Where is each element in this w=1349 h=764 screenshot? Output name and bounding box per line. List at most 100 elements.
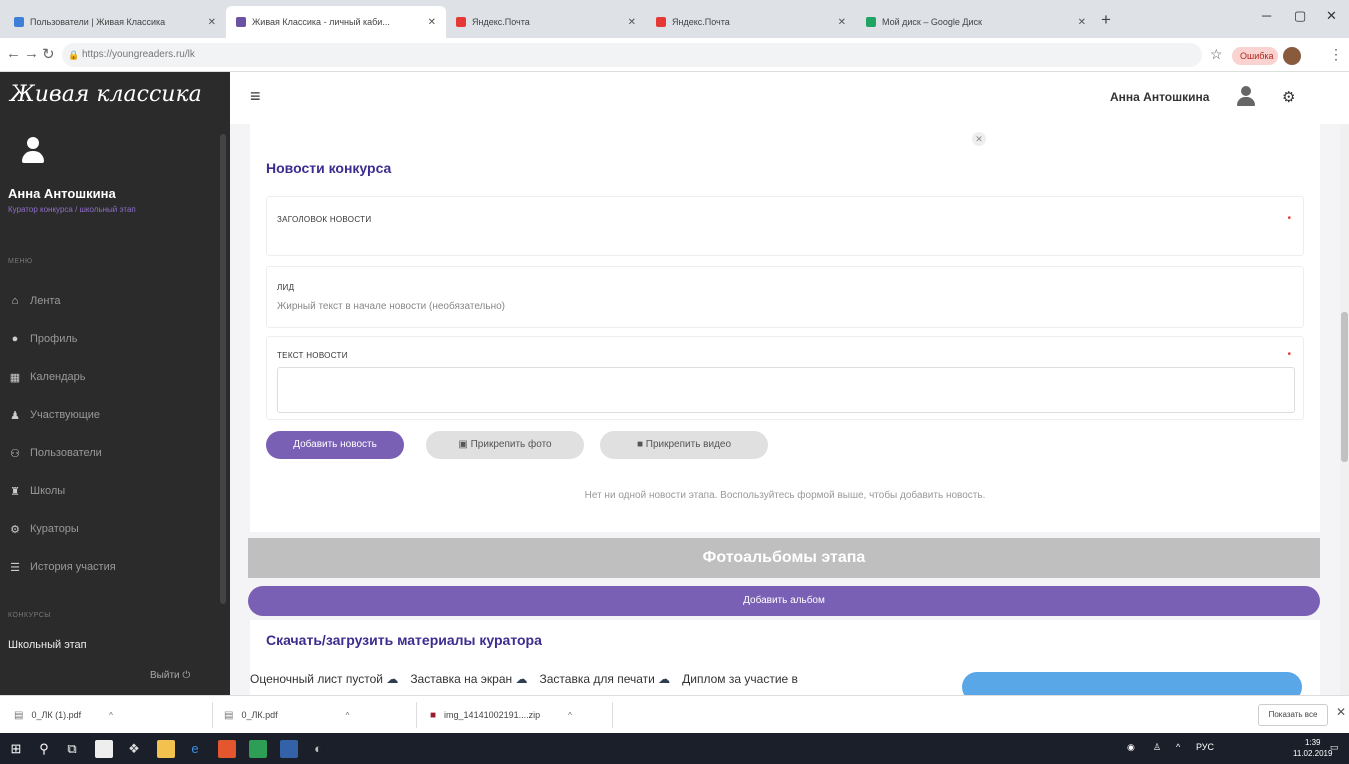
minimize-icon[interactable]: ─ <box>1262 8 1271 23</box>
app-icon[interactable] <box>95 740 113 758</box>
main-content: ✕ Новости конкурса ЗАГОЛОВОК НОВОСТИ • Л… <box>230 124 1340 695</box>
sidebar: Живая классика Анна Антошкина Куратор ко… <box>0 72 230 695</box>
new-tab-button[interactable]: + <box>1101 10 1111 30</box>
app-icon[interactable] <box>280 740 298 758</box>
forward-icon[interactable]: → <box>24 45 39 62</box>
chrome-tray-icon[interactable]: ◉ <box>1127 742 1135 753</box>
clock-date: 11.02.2019 <box>1293 749 1333 758</box>
sidebar-item-calendar[interactable]: ▦ Календарь <box>8 366 218 388</box>
upload-materials-button[interactable] <box>962 672 1302 695</box>
sidebar-item-profile[interactable]: ● Профиль <box>8 328 218 350</box>
app-icon[interactable] <box>218 740 236 758</box>
tab-favicon-icon <box>14 17 24 27</box>
sidebar-user-role: Куратор конкурса / школьный этап <box>8 205 136 214</box>
download-item[interactable]: ▤ 0_ЛК (1).pdf ^ <box>14 706 113 724</box>
logout-button[interactable]: Выйти ⏻ <box>150 670 190 681</box>
sidebar-item-participants[interactable]: ♟ Участвующие <box>8 404 218 426</box>
power-icon: ⏻ <box>182 670 191 681</box>
reload-icon[interactable]: ↻ <box>42 45 55 63</box>
sidebar-item-school-stage[interactable]: Школьный этап <box>8 639 87 651</box>
close-icon[interactable]: ✕ <box>972 132 986 146</box>
sidebar-item-history[interactable]: ☰ История участия <box>8 556 218 578</box>
lock-icon: 🔒 <box>68 50 80 60</box>
camera-icon: ▣ <box>458 439 468 450</box>
browser-tab[interactable]: Пользователи | Живая Классика ✕ <box>4 6 226 38</box>
page-scrollbar[interactable] <box>1340 124 1349 695</box>
news-body-textarea[interactable] <box>277 367 1295 413</box>
browser-menu-icon[interactable]: ⋮ <box>1329 46 1343 63</box>
download-item[interactable]: ▤ 0_ЛК.pdf ^ <box>224 706 349 724</box>
tab-close-icon[interactable]: ✕ <box>428 17 436 28</box>
show-all-downloads-button[interactable]: Показать все <box>1258 704 1328 726</box>
tab-close-icon[interactable]: ✕ <box>628 17 636 28</box>
browser-tab[interactable]: Мой диск – Google Диск ✕ <box>856 6 1096 38</box>
materials-links: Оценочный лист пустой ☁ Заставка на экра… <box>250 672 798 686</box>
attach-photo-button[interactable]: ▣ Прикрепить фото <box>426 431 584 459</box>
people-icon[interactable]: ♙ <box>1153 742 1161 753</box>
sidebar-scrollbar[interactable] <box>220 134 226 604</box>
close-downloads-icon[interactable]: ✕ <box>1336 705 1346 719</box>
sidebar-item-label: История участия <box>30 561 116 573</box>
profile-avatar[interactable] <box>1283 47 1301 65</box>
tab-close-icon[interactable]: ✕ <box>838 17 846 28</box>
windows-start-icon[interactable]: ⊞ <box>6 739 26 759</box>
search-icon[interactable]: ⚲ <box>34 739 54 759</box>
lead-field[interactable]: ЛИД Жирный текст в начале новости (необя… <box>266 266 1304 328</box>
tab-title: Живая Классика - личный каби... <box>252 17 390 27</box>
headline-field[interactable]: ЗАГОЛОВОК НОВОСТИ • <box>266 196 1304 256</box>
user-profile-icon[interactable] <box>1237 86 1255 106</box>
sidebar-item-label: Школы <box>30 485 66 497</box>
hamburger-menu-icon[interactable]: ≡ <box>250 86 261 107</box>
divider <box>612 702 613 728</box>
bookmark-star-icon[interactable]: ☆ <box>1210 46 1223 63</box>
profile-error-badge[interactable]: Ошибка <box>1232 47 1278 65</box>
sidebar-item-curators[interactable]: ⚙ Кураторы <box>8 518 218 540</box>
sidebar-item-users[interactable]: ⚇ Пользователи <box>8 442 218 464</box>
edge-icon[interactable]: e <box>185 739 205 759</box>
dropbox-icon[interactable]: ❖ <box>124 739 144 759</box>
chevron-up-icon[interactable]: ^ <box>109 711 113 720</box>
sidebar-item-schools[interactable]: ♜ Школы <box>8 480 218 502</box>
sidebar-item-label: Календарь <box>30 371 86 383</box>
download-link[interactable]: Диплом за участие в <box>682 672 798 686</box>
user-avatar-icon <box>20 137 46 165</box>
attach-video-label: Прикрепить видео <box>645 439 732 450</box>
scrollbar-thumb[interactable] <box>1341 312 1348 462</box>
download-link[interactable]: Оценочный лист пустой ☁ <box>250 672 398 686</box>
back-icon[interactable]: ← <box>6 45 21 62</box>
browser-tab[interactable]: Яндекс.Почта ✕ <box>646 6 856 38</box>
sidebar-item-feed[interactable]: ⌂ Лента <box>8 290 218 312</box>
browser-tab-active[interactable]: Живая Классика - личный каби... ✕ <box>226 6 446 38</box>
tab-close-icon[interactable]: ✕ <box>1078 17 1086 28</box>
browser-tab[interactable]: Яндекс.Почта ✕ <box>446 6 646 38</box>
settings-gear-icon[interactable]: ⚙ <box>1282 88 1295 106</box>
body-label: ТЕКСТ НОВОСТИ <box>277 351 348 360</box>
contests-heading: КОНКУРСЫ <box>8 612 51 619</box>
system-clock[interactable]: 1:39 11.02.2019 <box>1293 737 1332 759</box>
chevron-up-icon[interactable]: ^ <box>568 711 572 720</box>
header-user-name[interactable]: Анна Антошкина <box>1110 90 1209 104</box>
site-logo[interactable]: Живая классика <box>10 82 202 107</box>
school-icon: ♜ <box>10 485 20 498</box>
keyboard-language[interactable]: РУС <box>1196 742 1214 752</box>
notifications-icon[interactable]: ▭ <box>1330 742 1339 753</box>
tab-title: Яндекс.Почта <box>472 17 530 27</box>
download-link[interactable]: Заставка для печати ☁ <box>540 672 671 686</box>
tab-close-icon[interactable]: ✕ <box>208 17 216 28</box>
app-icon[interactable]: ◐ <box>308 739 328 759</box>
cloud-icon: ☁ <box>515 672 528 686</box>
address-bar[interactable]: 🔒 https://youngreaders.ru/lk <box>62 43 1202 67</box>
maximize-icon[interactable]: ▢ <box>1294 8 1306 24</box>
chevron-up-icon[interactable]: ^ <box>346 711 350 720</box>
download-link[interactable]: Заставка на экран ☁ <box>410 672 527 686</box>
add-news-button[interactable]: Добавить новость <box>266 431 404 459</box>
attach-video-button[interactable]: ■ Прикрепить видео <box>600 431 768 459</box>
download-item[interactable]: ■ img_14141002191....zip ^ <box>430 706 572 724</box>
logout-label: Выйти <box>150 670 180 681</box>
chevron-up-icon[interactable]: ^ <box>1176 742 1180 752</box>
window-close-icon[interactable]: ✕ <box>1326 8 1337 24</box>
app-icon[interactable] <box>249 740 267 758</box>
file-explorer-icon[interactable] <box>157 740 175 758</box>
task-view-icon[interactable]: ⧉ <box>62 739 82 759</box>
add-album-button[interactable]: Добавить альбом <box>248 586 1320 616</box>
